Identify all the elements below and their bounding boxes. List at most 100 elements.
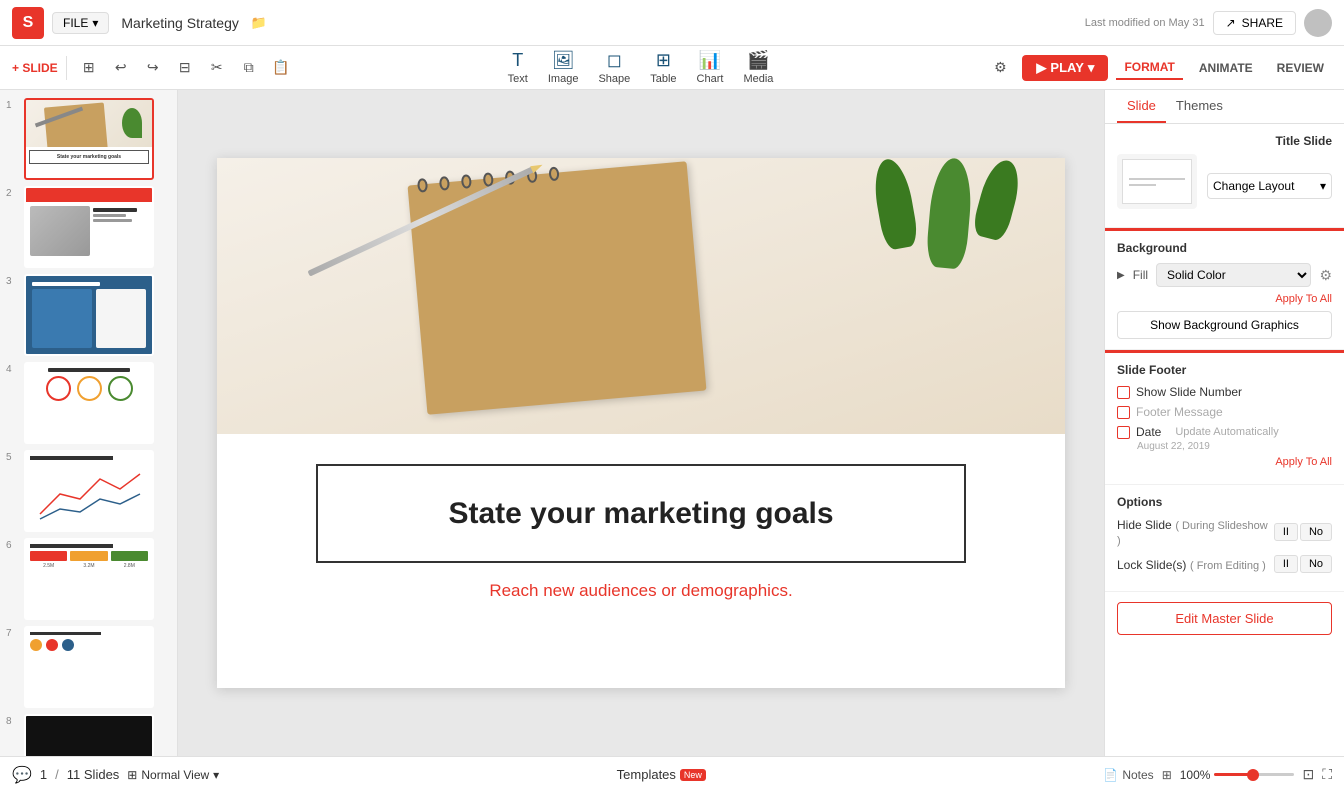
- background-section: Background ▶ Fill Solid Color Gradient I…: [1105, 231, 1344, 350]
- slide-thumb-1[interactable]: 1 State your marketing goals: [6, 98, 171, 180]
- right-panel-tabs: Slide Themes: [1105, 90, 1344, 124]
- fill-type-select[interactable]: Solid Color Gradient Image None: [1156, 263, 1311, 287]
- templates-button[interactable]: Templates New: [617, 767, 706, 782]
- slide-image-1[interactable]: State your marketing goals: [24, 98, 154, 180]
- slide-canvas: State your marketing goals Reach new aud…: [217, 158, 1065, 688]
- layout-icon[interactable]: ⊟: [171, 54, 199, 82]
- file-menu-button[interactable]: FILE ▾: [52, 12, 109, 34]
- footer-message-checkbox[interactable]: [1117, 406, 1130, 419]
- hide-slide-toggle-no[interactable]: No: [1300, 523, 1332, 541]
- footer-message-row: Footer Message: [1117, 405, 1332, 419]
- show-slide-number-label: Show Slide Number: [1136, 385, 1242, 399]
- copy-icon[interactable]: ⧉: [235, 54, 263, 82]
- slide-image-5[interactable]: [24, 450, 154, 532]
- play-button[interactable]: ▶ PLAY ▾: [1022, 55, 1108, 81]
- hide-slide-label: Hide Slide: [1117, 518, 1172, 532]
- insert-shape-tool[interactable]: ◻ Shape: [598, 50, 630, 85]
- bottom-bar: 💬 1 / 11 Slides ⊞ Normal View ▾ Template…: [0, 756, 1344, 792]
- page-current: 1: [40, 767, 47, 782]
- slide-thumb-6[interactable]: 6 2.5M 3.2M 2.8M: [6, 538, 171, 620]
- right-toolbar: ⚙ ▶ PLAY ▾ FORMAT ANIMATE REVIEW: [986, 54, 1332, 82]
- lock-slide-row: Lock Slide(s) ( From Editing ) II No: [1117, 555, 1332, 573]
- redo-icon[interactable]: ↪: [139, 54, 167, 82]
- apply-to-all-link-2[interactable]: Apply To All: [1117, 456, 1332, 468]
- apply-to-all-link-1[interactable]: Apply To All: [1117, 293, 1332, 305]
- hide-slide-toggle: II No: [1274, 523, 1332, 541]
- lock-slide-label-group: Lock Slide(s) ( From Editing ): [1117, 557, 1266, 572]
- slide-thumb-5[interactable]: 5: [6, 450, 171, 532]
- table-icon: ⊞: [656, 50, 671, 71]
- new-badge: New: [680, 769, 706, 781]
- add-slide-button[interactable]: + SLIDE: [12, 61, 58, 75]
- hide-slide-toggle-ii[interactable]: II: [1274, 523, 1298, 541]
- notes-icon: 📄: [1103, 768, 1118, 782]
- image-icon: 🖼: [552, 50, 575, 71]
- toolbar: + SLIDE ⊞ ↩ ↪ ⊟ ✂ ⧉ 📋 T Text 🖼 Image ◻ S…: [0, 46, 1344, 90]
- tab-themes[interactable]: Themes: [1166, 90, 1233, 123]
- view-toggle-icon[interactable]: ⊞: [75, 54, 103, 82]
- lock-slide-toggle-no[interactable]: No: [1300, 555, 1332, 573]
- tab-format[interactable]: FORMAT: [1116, 56, 1182, 80]
- date-checkbox[interactable]: [1117, 426, 1130, 439]
- slide-image-3[interactable]: [24, 274, 154, 356]
- insert-table-tool[interactable]: ⊞ Table: [650, 50, 676, 85]
- fill-triangle: ▶: [1117, 270, 1125, 281]
- insert-tools: T Text 🖼 Image ◻ Shape ⊞ Table 📊 Chart 🎬…: [299, 50, 983, 85]
- slide-thumb-4[interactable]: 4: [6, 362, 171, 444]
- slide-image-4[interactable]: [24, 362, 154, 444]
- slide-thumb-8[interactable]: 8: [6, 714, 171, 756]
- slide-image-8[interactable]: [24, 714, 154, 756]
- layout-title: Title Slide: [1276, 134, 1332, 148]
- top-bar: S FILE ▾ Marketing Strategy 📁 Last modif…: [0, 0, 1344, 46]
- grid-view-button[interactable]: ⊞: [1162, 768, 1172, 782]
- slide-image-6[interactable]: 2.5M 3.2M 2.8M: [24, 538, 154, 620]
- slide-thumb-2[interactable]: 2: [6, 186, 171, 268]
- cut-icon[interactable]: ✂: [203, 54, 231, 82]
- main-area: 1 State your marketing goals 2: [0, 90, 1344, 756]
- notes-button[interactable]: 📄 Notes: [1103, 768, 1153, 782]
- slide-thumb-7[interactable]: 7: [6, 626, 171, 708]
- slide-subtitle: Reach new audiences or demographics.: [489, 581, 792, 601]
- change-layout-button[interactable]: Change Layout ▾: [1207, 173, 1332, 199]
- insert-text-tool[interactable]: T Text: [508, 50, 528, 85]
- play-icon: ▶: [1036, 60, 1046, 76]
- chevron-down-icon: ▾: [1320, 179, 1326, 193]
- zoom-fit-icon[interactable]: ⊡: [1302, 766, 1314, 783]
- insert-media-tool[interactable]: 🎬 Media: [743, 50, 773, 85]
- slide-main-title: State your marketing goals: [358, 494, 924, 533]
- chart-icon: 📊: [699, 50, 721, 71]
- undo-icon[interactable]: ↩: [107, 54, 135, 82]
- chat-icon[interactable]: 💬: [12, 765, 32, 785]
- footer-section-title: Slide Footer: [1117, 363, 1332, 377]
- settings-icon[interactable]: ⚙: [986, 54, 1014, 82]
- share-button[interactable]: ↗ SHARE: [1213, 11, 1296, 35]
- slide-image-2[interactable]: [24, 186, 154, 268]
- tab-animate[interactable]: ANIMATE: [1191, 57, 1261, 79]
- lock-slide-toggle-ii[interactable]: II: [1274, 555, 1298, 573]
- insert-chart-tool[interactable]: 📊 Chart: [697, 50, 724, 85]
- tab-slide[interactable]: Slide: [1117, 90, 1166, 123]
- slide-thumb-3[interactable]: 3: [6, 274, 171, 356]
- slides-icon: ⊞: [127, 768, 137, 782]
- insert-image-tool[interactable]: 🖼 Image: [548, 50, 579, 85]
- show-slide-number-checkbox[interactable]: [1117, 386, 1130, 399]
- fullscreen-icon[interactable]: ⛶: [1322, 766, 1332, 783]
- paste-icon[interactable]: 📋: [267, 54, 295, 82]
- tab-review[interactable]: REVIEW: [1269, 57, 1332, 79]
- slide-image-7[interactable]: [24, 626, 154, 708]
- canvas-area[interactable]: State your marketing goals Reach new aud…: [178, 90, 1104, 756]
- zoom-slider[interactable]: [1214, 773, 1294, 776]
- footer-section: Slide Footer Show Slide Number Footer Me…: [1105, 353, 1344, 485]
- share-icon: ↗: [1226, 16, 1236, 30]
- edit-master-slide-button[interactable]: Edit Master Slide: [1117, 602, 1332, 635]
- text-icon: T: [512, 50, 523, 71]
- layout-section: Title Slide Change Layout ▾: [1105, 124, 1344, 228]
- show-background-graphics-button[interactable]: Show Background Graphics: [1117, 311, 1332, 339]
- user-avatar[interactable]: [1304, 9, 1332, 37]
- document-title[interactable]: Marketing Strategy: [121, 15, 239, 31]
- folder-icon: 📁: [251, 15, 267, 31]
- hide-slide-row: Hide Slide ( During Slideshow ) II No: [1117, 517, 1332, 547]
- view-mode-select[interactable]: ⊞ Normal View ▾: [127, 768, 219, 782]
- shape-icon: ◻: [607, 50, 622, 71]
- gear-icon[interactable]: ⚙: [1319, 267, 1332, 284]
